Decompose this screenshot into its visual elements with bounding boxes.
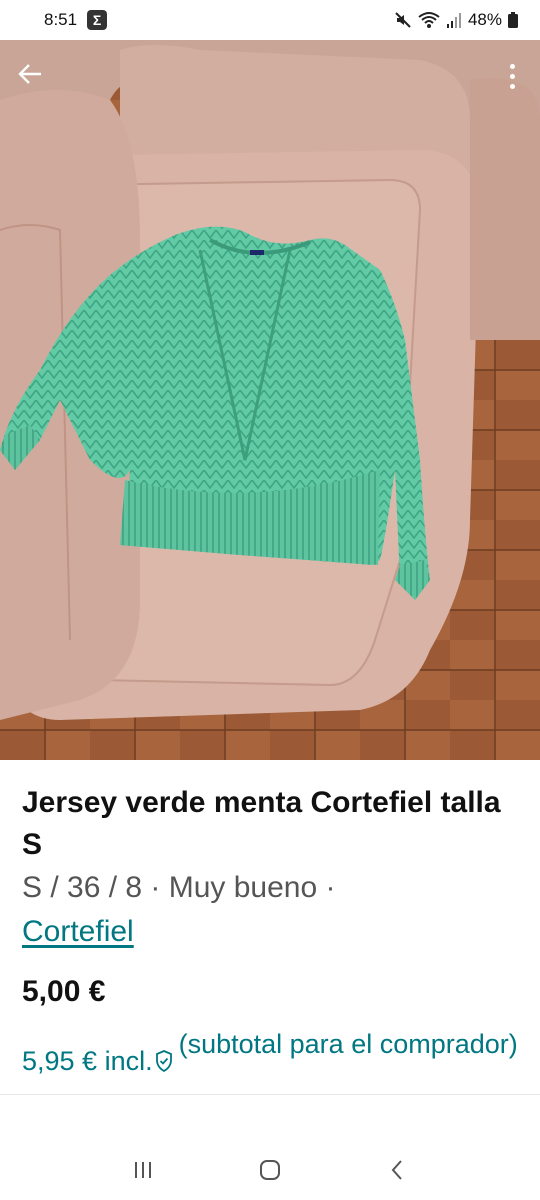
system-nav-bar xyxy=(0,1140,540,1200)
home-icon xyxy=(259,1160,280,1180)
buyer-note: (subtotal para el comprador) xyxy=(178,1029,518,1059)
status-bar: 8:51 Σ 48% xyxy=(0,0,540,40)
signal-icon xyxy=(446,13,461,28)
arrow-left-icon xyxy=(18,64,41,84)
mute-icon xyxy=(395,12,411,28)
more-options-button[interactable] xyxy=(500,56,524,96)
wifi-icon xyxy=(418,12,440,28)
listing-title: Jersey verde menta Cortefiel talla S xyxy=(22,786,501,861)
battery-icon xyxy=(508,12,518,28)
battery-percent: 48% xyxy=(467,10,502,29)
chevron-left-icon xyxy=(391,1160,402,1180)
divider xyxy=(0,1094,540,1095)
back-button[interactable] xyxy=(12,56,48,92)
shield-check-icon xyxy=(155,1050,172,1072)
status-left: 8:51 Σ xyxy=(44,10,108,30)
nav-back-button[interactable] xyxy=(377,1150,417,1190)
recents-button[interactable] xyxy=(123,1150,163,1190)
listing-attributes-text: S / 36 / 8 · Muy bueno · xyxy=(22,871,336,904)
home-button[interactable] xyxy=(250,1150,290,1190)
product-photo[interactable] xyxy=(0,40,540,760)
status-time: 8:51 xyxy=(44,10,78,29)
listing-details: Jersey verde menta Cortefiel talla S S /… xyxy=(22,782,522,1077)
listing-attributes: S / 36 / 8 · Muy bueno · xyxy=(22,866,522,910)
status-right: 48% xyxy=(394,10,518,30)
brand-link[interactable]: Cortefiel xyxy=(22,915,134,948)
buyer-price: 5,95 € incl. xyxy=(22,1046,153,1076)
buyer-protection-row[interactable]: 5,95 € incl. (subtotal para el comprador… xyxy=(22,1026,522,1077)
notification-badge-icon: Σ xyxy=(87,10,108,30)
sweater-photo-illustration xyxy=(0,40,540,760)
listing-price: 5,00 € xyxy=(22,975,106,1008)
recents-icon xyxy=(135,1162,152,1178)
more-vertical-icon xyxy=(509,63,515,69)
